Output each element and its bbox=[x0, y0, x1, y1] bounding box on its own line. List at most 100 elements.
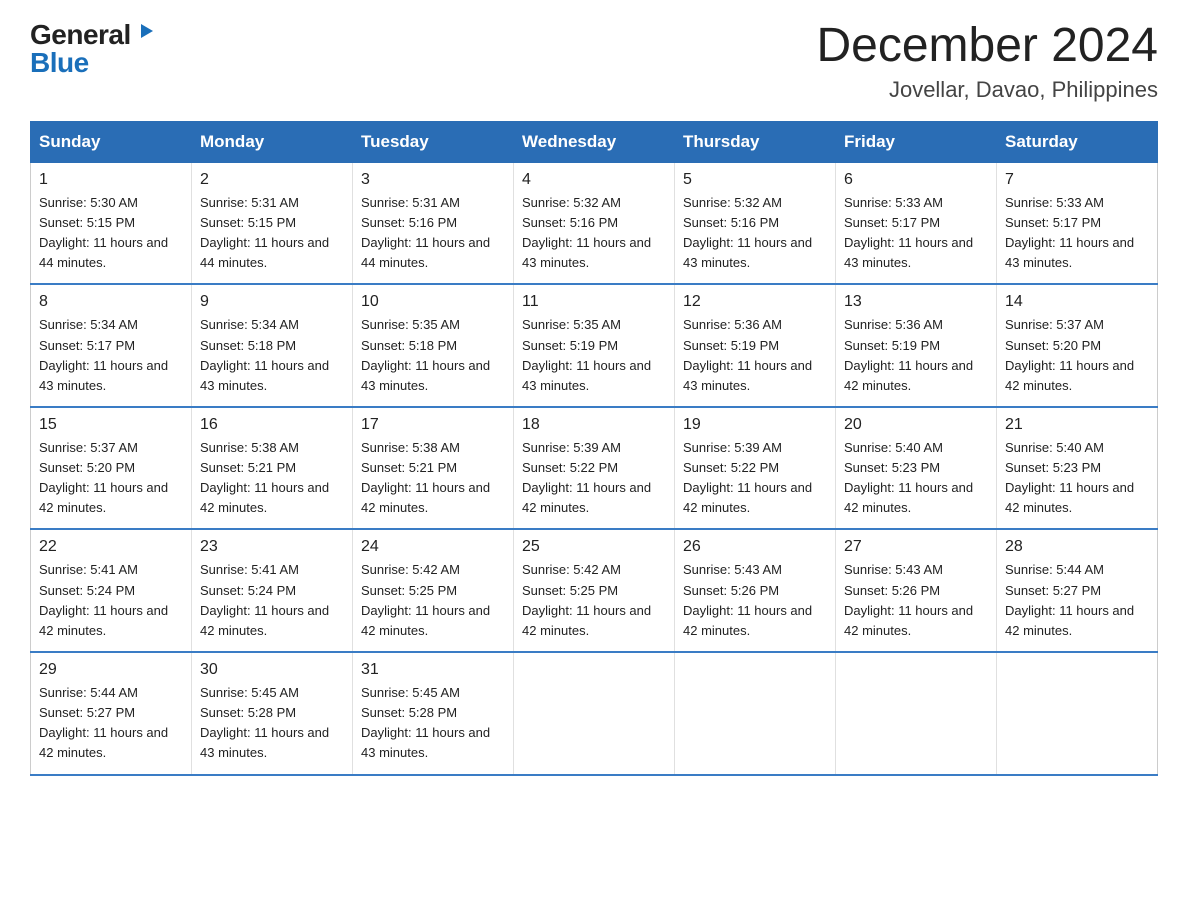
day-number: 9 bbox=[200, 293, 344, 311]
calendar-cell bbox=[997, 652, 1158, 775]
calendar-week-row: 8 Sunrise: 5:34 AMSunset: 5:17 PMDaylight… bbox=[31, 284, 1158, 407]
day-number: 3 bbox=[361, 171, 505, 189]
day-info: Sunrise: 5:34 AMSunset: 5:18 PMDaylight:… bbox=[200, 315, 344, 396]
calendar-cell: 4 Sunrise: 5:32 AMSunset: 5:16 PMDaylight… bbox=[514, 162, 675, 284]
day-number: 29 bbox=[39, 661, 183, 679]
day-info: Sunrise: 5:41 AMSunset: 5:24 PMDaylight:… bbox=[200, 560, 344, 641]
calendar-cell: 27 Sunrise: 5:43 AMSunset: 5:26 PMDayligh… bbox=[836, 529, 997, 652]
calendar-cell: 8 Sunrise: 5:34 AMSunset: 5:17 PMDaylight… bbox=[31, 284, 192, 407]
calendar-cell bbox=[675, 652, 836, 775]
column-header-wednesday: Wednesday bbox=[514, 121, 675, 162]
calendar-cell: 19 Sunrise: 5:39 AMSunset: 5:22 PMDayligh… bbox=[675, 407, 836, 530]
calendar-cell: 11 Sunrise: 5:35 AMSunset: 5:19 PMDayligh… bbox=[514, 284, 675, 407]
calendar-cell: 17 Sunrise: 5:38 AMSunset: 5:21 PMDayligh… bbox=[353, 407, 514, 530]
day-info: Sunrise: 5:31 AMSunset: 5:16 PMDaylight:… bbox=[361, 193, 505, 274]
column-header-monday: Monday bbox=[192, 121, 353, 162]
day-info: Sunrise: 5:34 AMSunset: 5:17 PMDaylight:… bbox=[39, 315, 183, 396]
day-info: Sunrise: 5:33 AMSunset: 5:17 PMDaylight:… bbox=[844, 193, 988, 274]
column-header-sunday: Sunday bbox=[31, 121, 192, 162]
day-info: Sunrise: 5:37 AMSunset: 5:20 PMDaylight:… bbox=[39, 438, 183, 519]
day-number: 4 bbox=[522, 171, 666, 189]
calendar-cell: 16 Sunrise: 5:38 AMSunset: 5:21 PMDayligh… bbox=[192, 407, 353, 530]
column-header-saturday: Saturday bbox=[997, 121, 1158, 162]
calendar-cell: 23 Sunrise: 5:41 AMSunset: 5:24 PMDayligh… bbox=[192, 529, 353, 652]
calendar-cell: 30Sunrise: 5:45 AMSunset: 5:28 PMDayligh… bbox=[192, 652, 353, 775]
day-number: 8 bbox=[39, 293, 183, 311]
calendar-cell: 6 Sunrise: 5:33 AMSunset: 5:17 PMDaylight… bbox=[836, 162, 997, 284]
day-info: Sunrise: 5:43 AMSunset: 5:26 PMDaylight:… bbox=[844, 560, 988, 641]
calendar-cell bbox=[836, 652, 997, 775]
calendar-cell: 25Sunrise: 5:42 AMSunset: 5:25 PMDayligh… bbox=[514, 529, 675, 652]
day-number: 19 bbox=[683, 416, 827, 434]
header: General Blue December 2024 Jovellar, Dav… bbox=[30, 20, 1158, 103]
logo-general: General bbox=[30, 21, 131, 49]
day-number: 7 bbox=[1005, 171, 1149, 189]
day-info: Sunrise: 5:38 AMSunset: 5:21 PMDaylight:… bbox=[361, 438, 505, 519]
day-number: 12 bbox=[683, 293, 827, 311]
calendar-cell: 5 Sunrise: 5:32 AMSunset: 5:16 PMDaylight… bbox=[675, 162, 836, 284]
day-number: 10 bbox=[361, 293, 505, 311]
day-info: Sunrise: 5:35 AMSunset: 5:19 PMDaylight:… bbox=[522, 315, 666, 396]
day-number: 1 bbox=[39, 171, 183, 189]
day-info: Sunrise: 5:35 AMSunset: 5:18 PMDaylight:… bbox=[361, 315, 505, 396]
calendar-cell: 1 Sunrise: 5:30 AMSunset: 5:15 PMDaylight… bbox=[31, 162, 192, 284]
calendar-cell: 3 Sunrise: 5:31 AMSunset: 5:16 PMDaylight… bbox=[353, 162, 514, 284]
day-number: 16 bbox=[200, 416, 344, 434]
day-info: Sunrise: 5:45 AMSunset: 5:28 PMDaylight:… bbox=[361, 683, 505, 764]
day-info: Sunrise: 5:40 AMSunset: 5:23 PMDaylight:… bbox=[844, 438, 988, 519]
day-number: 2 bbox=[200, 171, 344, 189]
calendar-week-row: 1 Sunrise: 5:30 AMSunset: 5:15 PMDaylight… bbox=[31, 162, 1158, 284]
calendar-cell: 15Sunrise: 5:37 AMSunset: 5:20 PMDayligh… bbox=[31, 407, 192, 530]
calendar-cell: 14Sunrise: 5:37 AMSunset: 5:20 PMDayligh… bbox=[997, 284, 1158, 407]
calendar-week-row: 15Sunrise: 5:37 AMSunset: 5:20 PMDayligh… bbox=[31, 407, 1158, 530]
day-number: 26 bbox=[683, 538, 827, 556]
day-info: Sunrise: 5:31 AMSunset: 5:15 PMDaylight:… bbox=[200, 193, 344, 274]
calendar-cell: 20Sunrise: 5:40 AMSunset: 5:23 PMDayligh… bbox=[836, 407, 997, 530]
calendar-week-row: 22Sunrise: 5:41 AMSunset: 5:24 PMDayligh… bbox=[31, 529, 1158, 652]
day-number: 25 bbox=[522, 538, 666, 556]
column-header-friday: Friday bbox=[836, 121, 997, 162]
day-number: 23 bbox=[200, 538, 344, 556]
calendar-week-row: 29 Sunrise: 5:44 AMSunset: 5:27 PMDayligh… bbox=[31, 652, 1158, 775]
calendar-cell: 28Sunrise: 5:44 AMSunset: 5:27 PMDayligh… bbox=[997, 529, 1158, 652]
calendar-cell: 7Sunrise: 5:33 AMSunset: 5:17 PMDaylight… bbox=[997, 162, 1158, 284]
day-number: 24 bbox=[361, 538, 505, 556]
day-info: Sunrise: 5:44 AMSunset: 5:27 PMDaylight:… bbox=[1005, 560, 1149, 641]
day-info: Sunrise: 5:30 AMSunset: 5:15 PMDaylight:… bbox=[39, 193, 183, 274]
calendar-header-row: SundayMondayTuesdayWednesdayThursdayFrid… bbox=[31, 121, 1158, 162]
day-number: 31 bbox=[361, 661, 505, 679]
day-number: 11 bbox=[522, 293, 666, 311]
day-info: Sunrise: 5:39 AMSunset: 5:22 PMDaylight:… bbox=[522, 438, 666, 519]
column-header-thursday: Thursday bbox=[675, 121, 836, 162]
day-number: 14 bbox=[1005, 293, 1149, 311]
day-number: 6 bbox=[844, 171, 988, 189]
day-info: Sunrise: 5:44 AMSunset: 5:27 PMDaylight:… bbox=[39, 683, 183, 764]
day-number: 5 bbox=[683, 171, 827, 189]
calendar-cell: 24Sunrise: 5:42 AMSunset: 5:25 PMDayligh… bbox=[353, 529, 514, 652]
calendar-cell: 18Sunrise: 5:39 AMSunset: 5:22 PMDayligh… bbox=[514, 407, 675, 530]
day-info: Sunrise: 5:36 AMSunset: 5:19 PMDaylight:… bbox=[683, 315, 827, 396]
day-number: 17 bbox=[361, 416, 505, 434]
title-area: December 2024 Jovellar, Davao, Philippin… bbox=[816, 20, 1158, 103]
day-number: 30 bbox=[200, 661, 344, 679]
day-info: Sunrise: 5:39 AMSunset: 5:22 PMDaylight:… bbox=[683, 438, 827, 519]
calendar-cell: 31 Sunrise: 5:45 AMSunset: 5:28 PMDayligh… bbox=[353, 652, 514, 775]
logo-arrow-icon bbox=[133, 20, 155, 47]
day-info: Sunrise: 5:32 AMSunset: 5:16 PMDaylight:… bbox=[683, 193, 827, 274]
calendar-title: December 2024 bbox=[816, 20, 1158, 73]
day-info: Sunrise: 5:43 AMSunset: 5:26 PMDaylight:… bbox=[683, 560, 827, 641]
day-info: Sunrise: 5:38 AMSunset: 5:21 PMDaylight:… bbox=[200, 438, 344, 519]
calendar-cell bbox=[514, 652, 675, 775]
logo-blue: Blue bbox=[30, 49, 89, 77]
calendar-subtitle: Jovellar, Davao, Philippines bbox=[816, 77, 1158, 103]
day-info: Sunrise: 5:36 AMSunset: 5:19 PMDaylight:… bbox=[844, 315, 988, 396]
calendar-cell: 29 Sunrise: 5:44 AMSunset: 5:27 PMDayligh… bbox=[31, 652, 192, 775]
day-number: 21 bbox=[1005, 416, 1149, 434]
calendar-cell: 2 Sunrise: 5:31 AMSunset: 5:15 PMDaylight… bbox=[192, 162, 353, 284]
day-info: Sunrise: 5:32 AMSunset: 5:16 PMDaylight:… bbox=[522, 193, 666, 274]
day-info: Sunrise: 5:40 AMSunset: 5:23 PMDaylight:… bbox=[1005, 438, 1149, 519]
day-number: 27 bbox=[844, 538, 988, 556]
calendar-cell: 22Sunrise: 5:41 AMSunset: 5:24 PMDayligh… bbox=[31, 529, 192, 652]
calendar-cell: 12 Sunrise: 5:36 AMSunset: 5:19 PMDayligh… bbox=[675, 284, 836, 407]
column-header-tuesday: Tuesday bbox=[353, 121, 514, 162]
